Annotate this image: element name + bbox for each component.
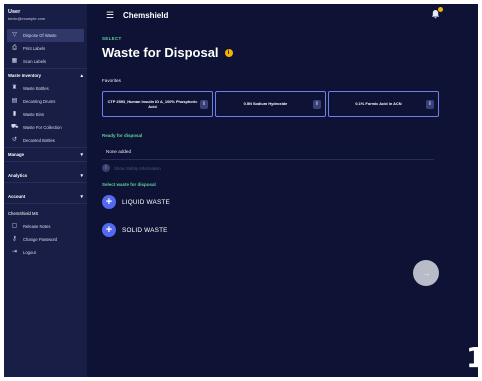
favorites-label: Favorites <box>102 78 121 83</box>
sidebar-item-label: Scan Labels <box>23 59 47 64</box>
ready-for-disposal-label: Ready for disposal <box>102 133 143 138</box>
sidebar-item-label: Release Notes <box>23 224 51 229</box>
printer-icon: ⎙ <box>12 45 17 51</box>
app-window: User kevin@example.com ▽ Dispose Of Wast… <box>4 4 478 377</box>
chevron-down-icon: ▾ <box>80 172 83 179</box>
section-label: Manage <box>8 152 24 157</box>
sidebar-item-label: Logout <box>23 250 36 255</box>
user-email: kevin@example.com <box>8 16 46 21</box>
safety-info-label: Show Safety Information <box>114 165 161 171</box>
arrow-right-icon: → <box>421 268 431 278</box>
favorite-label: 0.1% Formic Acid in ACN <box>355 101 402 107</box>
page-overline: SELECT <box>102 36 122 41</box>
divider <box>4 182 87 183</box>
favorite-label: 0.5N Sodium Hydroxide <box>243 101 288 107</box>
step-number: 1 <box>466 341 478 374</box>
sidebar-item-decanting-drums[interactable]: ▤ Decanting Drums <box>4 95 87 108</box>
sidebar-item-label: Waste Bottles <box>23 86 49 91</box>
user-name: User <box>8 9 21 15</box>
drum-icon: ▤ <box>11 98 18 104</box>
key-icon: ⚷ <box>12 236 17 242</box>
info-icon[interactable]: i <box>200 100 208 109</box>
notes-icon: ▢ <box>11 223 18 229</box>
empty-state-text: None added <box>106 149 132 154</box>
liquid-waste-button[interactable]: + LIQUID WASTE <box>102 193 447 211</box>
section-analytics[interactable]: Analytics ▾ <box>4 169 87 182</box>
favorite-card[interactable]: 0.5N Sodium Hydroxide i <box>215 91 326 117</box>
next-button[interactable]: → <box>413 260 439 286</box>
sidebar-item-waste-for-collection[interactable]: ⛟ Waste For Collection <box>4 121 87 134</box>
favorites-list: CTP 2593_Human Insulin ID A_100% Phospho… <box>102 91 447 117</box>
truck-icon: ⛟ <box>11 124 19 130</box>
chevron-down-icon: ▾ <box>80 193 83 200</box>
app-version: ChemShield MS <box>4 207 87 220</box>
divider <box>102 159 434 160</box>
bin-icon: ▮ <box>12 111 17 117</box>
sidebar-item-decanted-bottles[interactable]: ↺ Decanted Bottles <box>4 134 87 147</box>
section-manage[interactable]: Manage ▾ <box>4 148 87 161</box>
info-icon[interactable]: i <box>224 48 233 57</box>
chevron-up-icon: ▴ <box>80 72 83 79</box>
info-icon[interactable]: i <box>313 100 321 109</box>
sidebar-item-label: Decanting Drums <box>23 99 56 104</box>
logout-icon: ⇥ <box>11 249 18 255</box>
section-label: Account <box>8 194 26 199</box>
user-profile[interactable]: User kevin@example.com <box>4 4 87 29</box>
waste-option-label: SOLID WASTE <box>122 226 168 234</box>
sidebar-item-label: Decanted Bottles <box>23 138 55 143</box>
sidebar-item-label: Change Password <box>23 237 58 242</box>
sidebar-item-label: Print Labels <box>23 46 46 51</box>
info-icon[interactable]: i <box>426 100 434 109</box>
solid-waste-button[interactable]: + SOLID WASTE <box>102 221 447 239</box>
sidebar-item-change-password[interactable]: ⚷ Change Password <box>4 233 87 246</box>
plus-icon: + <box>102 195 116 209</box>
sidebar-item-waste-bottles[interactable]: ♜ Waste Bottles <box>4 82 87 95</box>
sidebar-item-dispose-of-waste[interactable]: ▽ Dispose Of Waste <box>7 29 84 42</box>
barcode-icon: ▦ <box>11 58 18 64</box>
filter-icon: ▽ <box>12 32 17 38</box>
favorite-card[interactable]: CTP 2593_Human Insulin ID A_100% Phospho… <box>102 91 213 117</box>
select-waste-label: Select waste for disposal <box>102 182 156 187</box>
sidebar-item-label: Dispose Of Waste <box>23 33 57 38</box>
favorite-label: CTP 2593_Human Insulin ID A_100% Phospho… <box>107 98 198 109</box>
app-version-label: ChemShield MS <box>8 211 39 216</box>
section-waste-inventory[interactable]: Waste Inventory ▴ <box>4 69 87 82</box>
section-label: Waste Inventory <box>8 73 42 78</box>
chevron-down-icon: ▾ <box>80 151 83 158</box>
section-label: Analytics <box>8 173 28 178</box>
top-bar: ☰ Chemshield <box>87 4 478 26</box>
sidebar-item-print-labels[interactable]: ⎙ Print Labels <box>4 42 87 55</box>
main-content: SELECT Waste for Disposal i Favorites CT… <box>102 26 447 239</box>
app-title: Chemshield <box>123 10 169 20</box>
menu-icon[interactable]: ☰ <box>106 10 116 20</box>
sidebar-item-release-notes[interactable]: ▢ Release Notes <box>4 220 87 233</box>
info-icon: i <box>102 164 110 172</box>
divider <box>4 203 87 204</box>
sidebar: User kevin@example.com ▽ Dispose Of Wast… <box>4 4 87 377</box>
sidebar-item-logout[interactable]: ⇥ Logout <box>4 246 87 259</box>
favorite-card[interactable]: 0.1% Formic Acid in ACN i <box>328 91 439 117</box>
page-title: Waste for Disposal <box>102 45 219 60</box>
sidebar-item-label: Waste For Collection <box>23 125 62 130</box>
sidebar-item-scan-labels[interactable]: ▦ Scan Labels <box>4 55 87 68</box>
safety-info-toggle[interactable]: i Show Safety Information <box>102 164 447 172</box>
section-account[interactable]: Account ▾ <box>4 190 87 203</box>
bottle-icon: ♜ <box>11 85 18 91</box>
sidebar-item-label: Waste Bins <box>23 112 45 117</box>
title-row: Waste for Disposal i <box>102 45 447 60</box>
plus-icon: + <box>102 223 116 237</box>
undo-icon: ↺ <box>11 137 18 143</box>
notification-badge <box>438 7 443 12</box>
divider <box>4 161 87 162</box>
sidebar-item-waste-bins[interactable]: ▮ Waste Bins <box>4 108 87 121</box>
waste-option-label: LIQUID WASTE <box>122 198 170 206</box>
